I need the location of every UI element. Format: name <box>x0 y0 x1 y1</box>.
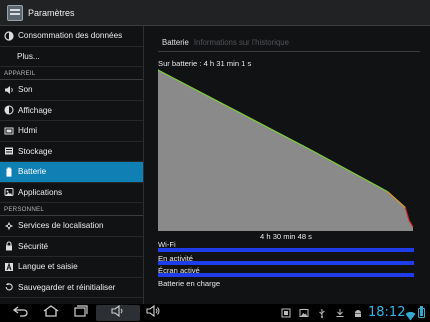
battery-icon <box>4 167 14 177</box>
sidebar-item-security[interactable]: Sécurité <box>0 237 143 257</box>
sidebar-item-language[interactable]: Langue et saisie <box>0 257 143 278</box>
sidebar-item-label: Stockage <box>18 146 53 156</box>
lock-icon <box>4 241 14 251</box>
sidebar-item-label: Plus... <box>17 51 40 61</box>
sidebar-item-display[interactable]: Affichage <box>0 101 143 121</box>
sidebar-item-label: Services de localisation <box>18 221 104 231</box>
notification-icons <box>274 307 364 319</box>
sidebar-item-data-usage[interactable]: Consommation des données <box>0 26 143 47</box>
volume-up-icon <box>144 304 162 322</box>
graph-duration-label: 4 h 30 min 48 s <box>260 232 312 241</box>
settings-sidebar: Consommation des données Plus... APPAREI… <box>0 26 143 304</box>
awake-activity-bar <box>158 261 414 265</box>
sidebar-item-applications[interactable]: Applications <box>0 183 143 203</box>
apps-icon <box>4 187 14 197</box>
sidebar-item-hdmi[interactable]: Hdmi <box>0 121 143 142</box>
recent-apps-icon <box>72 304 90 322</box>
back-button[interactable] <box>10 305 32 321</box>
tab-history-info[interactable]: Informations sur l'historique <box>194 38 289 47</box>
volume-down-icon <box>109 304 127 322</box>
battery-level-graph <box>158 69 414 231</box>
screen-on-activity-bar <box>158 273 414 277</box>
sidebar-item-label: Affichage <box>18 105 52 115</box>
section-header-device: APPAREIL <box>0 67 143 80</box>
on-battery-summary: Sur batterie : 4 h 31 min 1 s <box>158 59 252 68</box>
sidebar-item-sound[interactable]: Son <box>0 80 143 101</box>
charging-bar-label: Batterie en charge <box>158 279 221 288</box>
sidebar-item-label: Hdmi <box>18 126 38 136</box>
sidebar-item-battery[interactable]: Batterie <box>0 162 143 183</box>
section-header-personal: PERSONNEL <box>0 203 143 216</box>
screenshot-icon[interactable] <box>280 307 292 319</box>
tabs-divider <box>158 51 420 52</box>
sidebar-item-label: Sauvegarder et réinitialiser <box>18 282 116 292</box>
volume-icon <box>4 85 14 95</box>
language-icon <box>4 262 14 272</box>
backup-icon <box>4 282 14 292</box>
status-clock[interactable]: 18:12 <box>368 305 405 320</box>
hdmi-icon <box>4 126 14 136</box>
sidebar-item-backup-reset[interactable]: Sauvegarder et réinitialiser <box>0 278 143 298</box>
volume-up-button[interactable] <box>142 304 164 322</box>
download-icon[interactable] <box>334 307 346 319</box>
gallery-icon[interactable] <box>298 307 310 319</box>
settings-app-icon[interactable] <box>7 4 23 21</box>
volume-down-button[interactable] <box>96 304 140 322</box>
battery-tabs: Batterie Informations sur l'historique <box>162 38 289 47</box>
usb-icon[interactable] <box>316 307 328 319</box>
system-bar: 18:12 <box>0 304 430 322</box>
home-icon <box>42 304 60 322</box>
android-debug-icon[interactable] <box>352 307 364 319</box>
battery-detail-pane: Batterie Informations sur l'historique S… <box>144 26 430 304</box>
window-title: Paramètres <box>28 7 75 18</box>
battery-status-icon[interactable] <box>418 306 425 318</box>
sidebar-item-label: Langue et saisie <box>18 262 78 272</box>
brightness-icon <box>4 105 14 115</box>
data-usage-icon <box>4 31 14 41</box>
sidebar-item-label: Son <box>18 85 33 95</box>
home-button[interactable] <box>40 305 62 321</box>
sidebar-item-more[interactable]: Plus... <box>0 47 143 67</box>
wifi-signal-icon[interactable] <box>405 308 416 322</box>
sidebar-item-label: Batterie <box>18 167 47 177</box>
sidebar-item-storage[interactable]: Stockage <box>0 142 143 162</box>
wifi-activity-bar <box>158 248 414 252</box>
tab-battery[interactable]: Batterie <box>162 38 189 47</box>
back-icon <box>12 304 30 322</box>
sidebar-item-label: Applications <box>18 187 63 197</box>
recent-apps-button[interactable] <box>70 305 92 321</box>
battery-level-area <box>158 70 413 231</box>
title-bar: Paramètres <box>0 0 430 26</box>
sidebar-item-label: Consommation des données <box>18 31 123 41</box>
location-icon <box>4 221 14 231</box>
sidebar-item-location[interactable]: Services de localisation <box>0 216 143 237</box>
storage-icon <box>4 146 14 156</box>
sidebar-item-label: Sécurité <box>18 241 49 251</box>
